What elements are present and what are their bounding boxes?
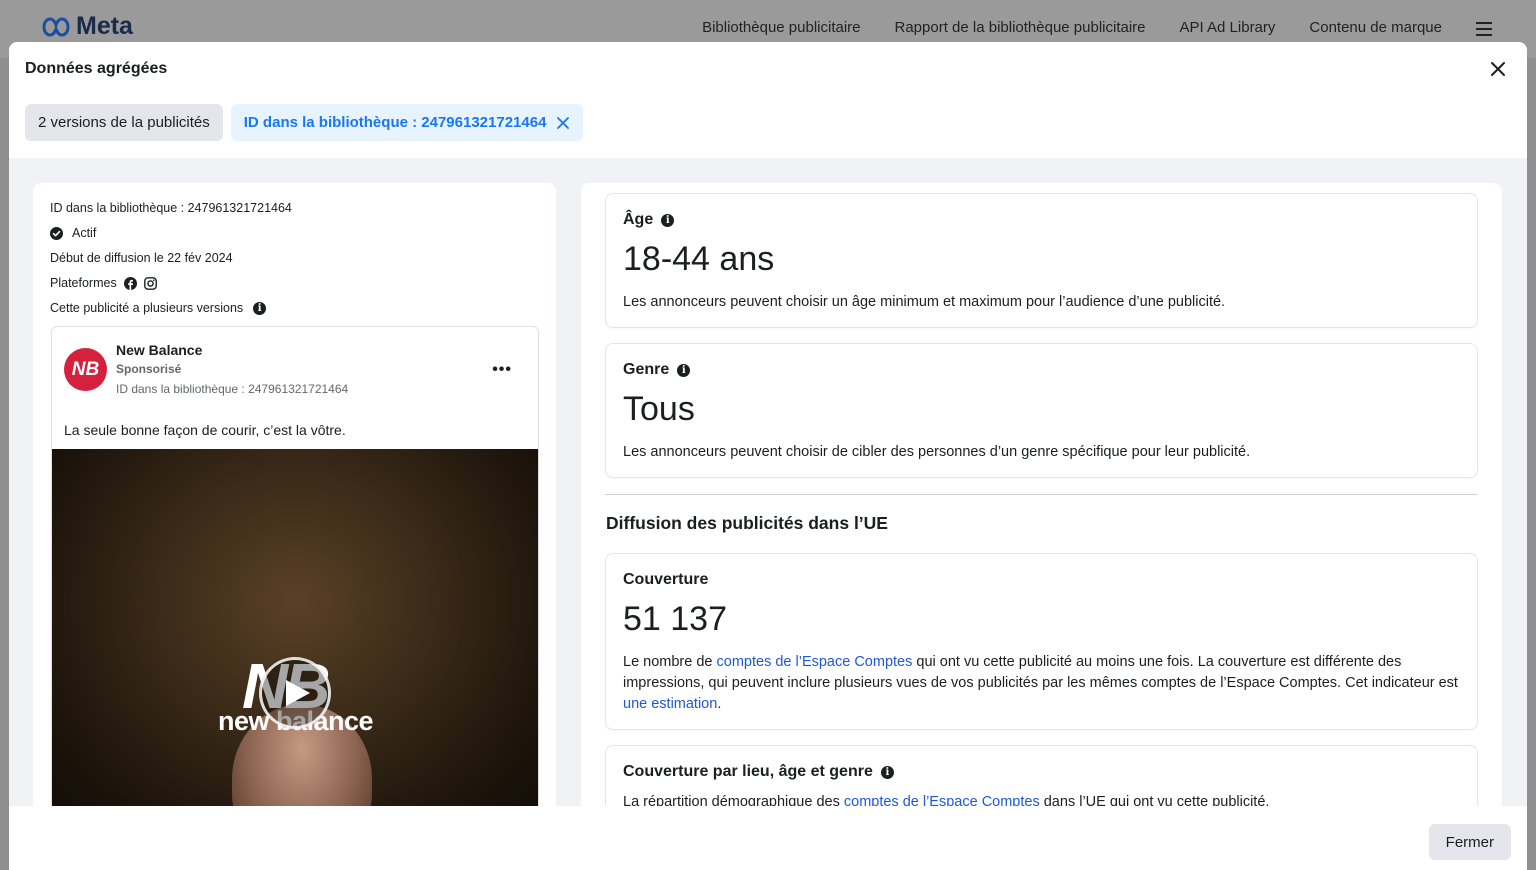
ad-library-id: ID dans la bibliothèque : 24796132172146… [50, 201, 292, 215]
meta-infinity-icon [42, 16, 70, 37]
age-description: Les annonceurs peuvent choisir un âge mi… [623, 294, 1226, 310]
sponsored-label: Sponsorisé [116, 362, 182, 376]
ad-video[interactable]: NB new balance [52, 449, 538, 823]
info-icon[interactable]: i [880, 765, 894, 779]
ad-preview-panel: ID dans la bibliothèque : 24796132172146… [33, 183, 556, 823]
facebook-icon [123, 276, 137, 290]
ad-versions-note: Cette publicité a plusieurs versions i [50, 301, 267, 315]
estimate-link[interactable]: une estimation [623, 696, 717, 712]
demo-card-title: Couverture par lieu, âge et genre i [623, 763, 894, 781]
version-tabs: 2 versions de la publicités ID dans la b… [25, 104, 584, 141]
age-card-title: Âge i [623, 211, 675, 229]
reach-card-title: Couverture [623, 571, 709, 588]
modal-body[interactable]: ID dans la bibliothèque : 24796132172146… [9, 158, 1527, 823]
ad-status: Actif [50, 226, 96, 240]
tab-library-id[interactable]: ID dans la bibliothèque : 24796132172146… [230, 104, 584, 141]
advertiser-avatar[interactable]: NB [64, 348, 107, 391]
close-icon[interactable] [1487, 58, 1509, 80]
aggregated-data-modal: Données agrégées 2 versions de la public… [9, 42, 1527, 870]
modal-title: Données agrégées [25, 60, 168, 77]
eu-section-title: Diffusion des publicités dans l’UE [606, 513, 888, 533]
ad-body-text: La seule bonne façon de courir, c’est la… [64, 422, 346, 438]
ad-card-library-id: ID dans la bibliothèque : 24796132172146… [116, 382, 349, 396]
reach-card: Couverture 51 137 Le nombre de comptes d… [605, 553, 1478, 730]
ad-status-label: Actif [72, 226, 97, 240]
info-icon[interactable]: i [677, 363, 691, 377]
gender-card: Genre i Tous Les annonceurs peuvent choi… [605, 343, 1478, 478]
demo-title-label: Couverture par lieu, âge et genre [623, 763, 873, 780]
close-button[interactable]: Fermer [1428, 824, 1511, 860]
meta-logo[interactable]: Meta [40, 12, 133, 41]
accounts-center-link[interactable]: comptes de l’Espace Comptes [717, 654, 913, 670]
meta-logo-text: Meta [76, 12, 133, 40]
clear-filter-icon[interactable] [556, 116, 570, 130]
ad-details-panel[interactable]: Âge i 18-44 ans Les annonceurs peuvent c… [581, 183, 1502, 823]
check-circle-icon [50, 226, 63, 240]
nav-links: Bibliothèque publicitaire Rapport de la … [702, 19, 1492, 36]
tab-versions[interactable]: 2 versions de la publicités [25, 104, 223, 141]
gender-value: Tous [623, 390, 695, 428]
more-options-icon[interactable]: ••• [492, 361, 512, 379]
reach-value: 51 137 [623, 600, 727, 638]
nav-link-ad-library-report[interactable]: Rapport de la bibliothèque publicitaire [895, 19, 1146, 36]
versions-note-label: Cette publicité a plusieurs versions [50, 301, 244, 315]
advertiser-name[interactable]: New Balance [116, 342, 202, 358]
ad-creative-card: NB New Balance Sponsorisé ID dans la bib… [51, 326, 539, 823]
menu-icon[interactable] [1476, 22, 1492, 36]
nav-link-api[interactable]: API Ad Library [1180, 19, 1276, 36]
nav-link-ad-library[interactable]: Bibliothèque publicitaire [702, 19, 860, 36]
age-value: 18-44 ans [623, 240, 775, 278]
platforms-label: Plateformes [50, 276, 117, 290]
info-icon[interactable]: i [661, 213, 675, 227]
gender-card-title: Genre i [623, 361, 691, 379]
section-divider [605, 494, 1478, 495]
gender-description: Les annonceurs peuvent choisir de cibler… [623, 444, 1251, 460]
nav-link-branded-content[interactable]: Contenu de marque [1309, 19, 1442, 36]
age-card: Âge i 18-44 ans Les annonceurs peuvent c… [605, 193, 1478, 328]
reach-description: Le nombre de comptes de l’Espace Comptes… [623, 654, 1458, 712]
play-icon [286, 680, 310, 706]
gender-title-label: Genre [623, 361, 670, 378]
ad-platforms: Plateformes [50, 276, 157, 290]
play-button[interactable] [259, 657, 331, 729]
age-title-label: Âge [623, 211, 654, 228]
tab-library-id-label: ID dans la bibliothèque : 24796132172146… [243, 114, 547, 131]
modal-footer: Fermer [9, 806, 1527, 870]
instagram-icon [143, 276, 157, 290]
ad-start-date: Début de diffusion le 22 fév 2024 [50, 251, 233, 265]
modal-header: Données agrégées 2 versions de la public… [9, 42, 1527, 158]
info-icon[interactable]: i [253, 301, 267, 315]
